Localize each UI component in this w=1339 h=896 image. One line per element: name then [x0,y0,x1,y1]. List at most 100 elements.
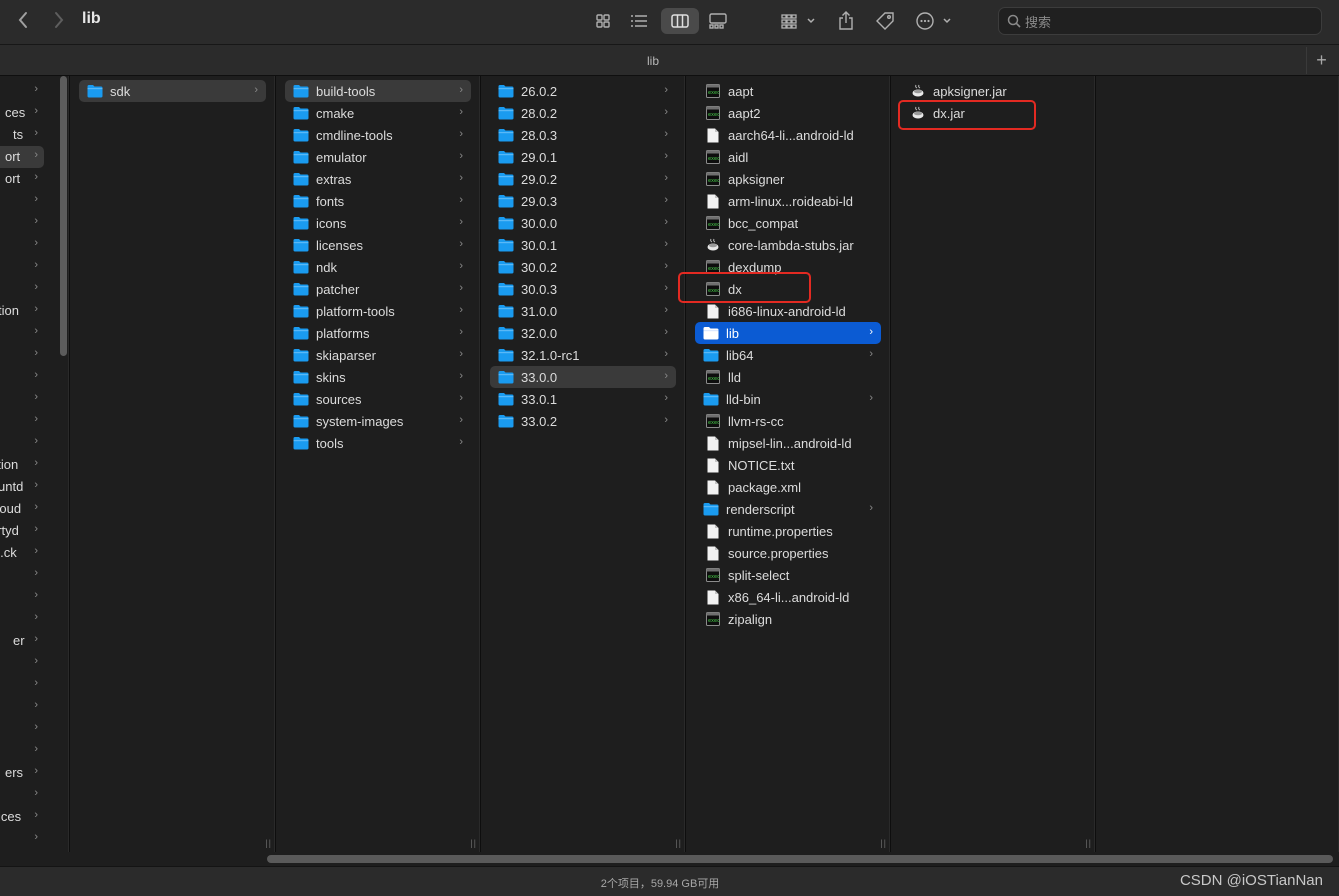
item-skins[interactable]: skins › [285,366,471,388]
svg-text:exec: exec [708,112,720,118]
item-30-0-2[interactable]: 30.0.2 › [490,256,676,278]
item-renderscript[interactable]: renderscript › [695,498,881,520]
sidebar-item-label[interactable]: ort [5,171,20,186]
item-zipalign[interactable]: exec zipalign [695,608,881,630]
item-notice-txt[interactable]: NOTICE.txt [695,454,881,476]
item-label: 33.0.2 [521,413,558,429]
item-28-0-3[interactable]: 28.0.3 › [490,124,676,146]
item-fonts[interactable]: fonts › [285,190,471,212]
tag-button[interactable] [873,8,897,34]
chevron-right-icon: › [459,392,463,404]
sidebar-item-label[interactable]: al.ck [0,545,17,560]
more-actions-button[interactable] [914,8,956,34]
share-button[interactable] [834,8,858,34]
item-lib64[interactable]: lib64 › [695,344,881,366]
item-system-images[interactable]: system-images › [285,410,471,432]
item-runtime-properties[interactable]: runtime.properties [695,520,881,542]
item-mipsel-lin-android-ld[interactable]: mipsel-lin...android-ld [695,432,881,454]
item-extras[interactable]: extras › [285,168,471,190]
item-split-select[interactable]: exec split-select [695,564,881,586]
item-30-0-1[interactable]: 30.0.1 › [490,234,676,256]
column-view-button[interactable] [661,8,699,34]
item-32-1-0-rc1[interactable]: 32.1.0-rc1 › [490,344,676,366]
item-28-0-2[interactable]: 28.0.2 › [490,102,676,124]
item-dx-jar[interactable]: dx.jar [900,102,1086,124]
item-build-tools[interactable]: build-tools › [285,80,471,102]
item-llvm-rs-cc[interactable]: exec llvm-rs-cc [695,410,881,432]
item-lld[interactable]: exec lld [695,366,881,388]
sidebar-item-label[interactable]: ices [0,809,21,824]
sidebar-scrollbar[interactable] [60,76,67,356]
column-resize-handle[interactable]: || [1085,838,1092,848]
item-apksigner-jar[interactable]: apksigner.jar [900,80,1086,102]
item-skiaparser[interactable]: skiaparser › [285,344,471,366]
item-33-0-2[interactable]: 33.0.2 › [490,410,676,432]
jar-file-icon [910,105,926,121]
item-source-properties[interactable]: source.properties [695,542,881,564]
item-lib[interactable]: lib › [695,322,881,344]
item-package-xml[interactable]: package.xml [695,476,881,498]
back-button[interactable] [12,8,34,32]
item-aapt[interactable]: exec aapt [695,80,881,102]
item-33-0-1[interactable]: 33.0.1 › [490,388,676,410]
item-core-lambda-stubs-jar[interactable]: core-lambda-stubs.jar [695,234,881,256]
item-26-0-2[interactable]: 26.0.2 › [490,80,676,102]
new-tab-button[interactable]: + [1306,47,1336,74]
forward-button[interactable] [48,8,70,32]
sidebar-item-label[interactable]: er [13,633,25,648]
item-30-0-3[interactable]: 30.0.3 › [490,278,676,300]
item-31-0-0[interactable]: 31.0.0 › [490,300,676,322]
item-emulator[interactable]: emulator › [285,146,471,168]
sidebar-item-label[interactable]: ces [5,105,25,120]
column-resize-handle[interactable]: || [880,838,887,848]
item-aidl[interactable]: exec aidl [695,146,881,168]
item-lld-bin[interactable]: lld-bin › [695,388,881,410]
item-arm-linux-roideabi-ld[interactable]: arm-linux...roideabi-ld [695,190,881,212]
item-dexdump[interactable]: exec dexdump [695,256,881,278]
item-30-0-0[interactable]: 30.0.0 › [490,212,676,234]
column-resize-handle[interactable]: || [265,838,272,848]
item-platforms[interactable]: platforms › [285,322,471,344]
gallery-view-button[interactable] [705,8,731,34]
search-input[interactable] [1025,12,1305,32]
sidebar-item-label[interactable]: untd [0,479,23,494]
column-resize-handle[interactable]: || [675,838,682,848]
item-33-0-0[interactable]: 33.0.0 › [490,366,676,388]
item-i686-linux-android-ld[interactable]: i686-linux-android-ld [695,300,881,322]
item-32-0-0[interactable]: 32.0.0 › [490,322,676,344]
item-aarch64-li-android-ld[interactable]: aarch64-li...android-ld [695,124,881,146]
item-29-0-1[interactable]: 29.0.1 › [490,146,676,168]
sidebar-item-label[interactable]: ort [5,149,20,164]
item-patcher[interactable]: patcher › [285,278,471,300]
item-ndk[interactable]: ndk › [285,256,471,278]
tab-lib[interactable]: lib [0,54,1306,68]
sidebar-item-label[interactable]: ers [5,765,23,780]
sidebar-item-label[interactable]: ts [13,127,23,142]
item-tools[interactable]: tools › [285,432,471,454]
item-x86-64-li-android-ld[interactable]: x86_64-li...android-ld [695,586,881,608]
item-29-0-2[interactable]: 29.0.2 › [490,168,676,190]
item-cmdline-tools[interactable]: cmdline-tools › [285,124,471,146]
sidebar-item-label[interactable]: artyd [0,523,19,538]
item-aapt2[interactable]: exec aapt2 [695,102,881,124]
item-cmake[interactable]: cmake › [285,102,471,124]
horizontal-scrollbar[interactable] [267,855,1333,863]
item-apksigner[interactable]: exec apksigner [695,168,881,190]
sidebar-item-label[interactable]: tion [0,303,19,318]
item-licenses[interactable]: licenses › [285,234,471,256]
item-platform-tools[interactable]: platform-tools › [285,300,471,322]
folder-icon [498,193,514,209]
item-sources[interactable]: sources › [285,388,471,410]
search-field[interactable] [998,7,1322,35]
group-by-button[interactable] [778,8,820,34]
item-icons[interactable]: icons › [285,212,471,234]
sidebar-item-label[interactable]: ation [0,457,18,472]
list-view-button[interactable] [626,8,652,34]
item-bcc-compat[interactable]: exec bcc_compat [695,212,881,234]
item-29-0-3[interactable]: 29.0.3 › [490,190,676,212]
item-dx[interactable]: exec dx [695,278,881,300]
column-resize-handle[interactable]: || [470,838,477,848]
sidebar-item-label[interactable]: cloud [0,501,21,516]
item-sdk[interactable]: sdk › [79,80,266,102]
icon-view-button[interactable] [590,8,616,34]
